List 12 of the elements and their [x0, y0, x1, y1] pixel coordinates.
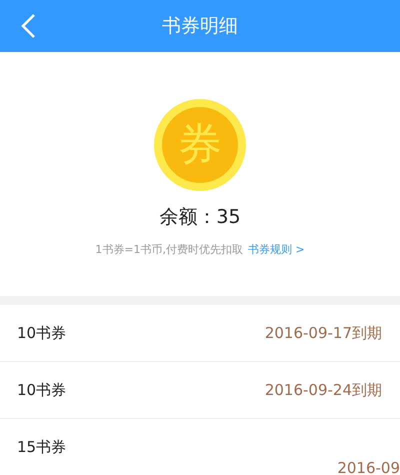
voucher-amount: 10书券 — [17, 380, 66, 401]
voucher-amount: 15书券 — [17, 436, 66, 458]
balance-text: 余额：35 — [159, 205, 241, 230]
expiry-date: 2016-09 — [337, 458, 400, 475]
expiry-date: 2016-09-24到期 — [264, 380, 382, 401]
expiry-date: 2016-09-17到期 — [264, 322, 382, 344]
page-title: 书券明细 — [162, 14, 238, 39]
rules-link[interactable]: 书券规则 > — [248, 242, 305, 258]
coin-icon: 券 — [154, 99, 246, 191]
back-icon[interactable] — [20, 13, 36, 39]
voucher-note: 1书券=1书币,付费时优先扣取 — [95, 242, 243, 258]
voucher-amount: 10书券 — [17, 322, 66, 344]
